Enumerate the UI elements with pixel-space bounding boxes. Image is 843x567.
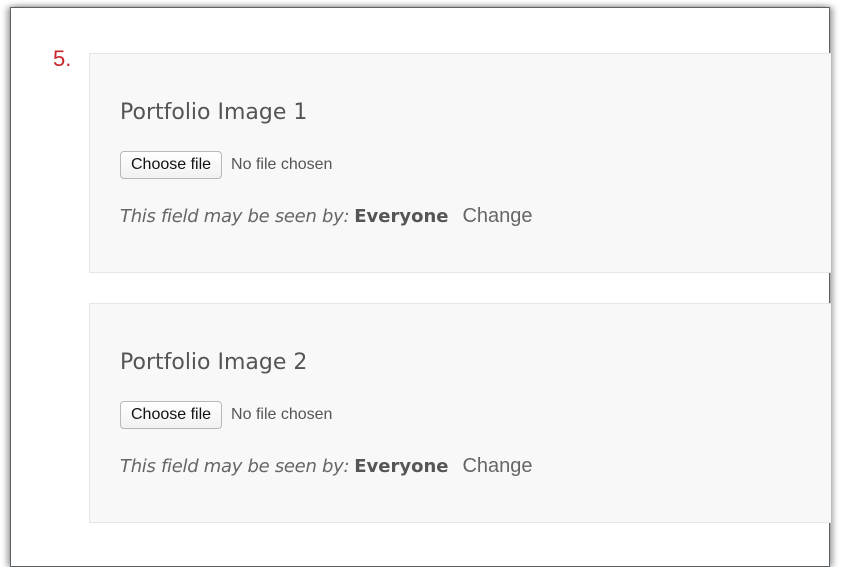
choose-file-button[interactable]: Choose file: [120, 401, 223, 429]
field-title: Portfolio Image 2: [120, 350, 308, 375]
file-input-row: Choose file No file chosen: [120, 401, 332, 429]
visibility-value: Everyone: [354, 206, 449, 227]
file-input-row: Choose file No file chosen: [120, 151, 332, 179]
field-title: Portfolio Image 1: [120, 100, 308, 125]
file-status: No file chosen: [231, 156, 333, 173]
portfolio-image-1-field: Portfolio Image 1 Choose file No file ch…: [89, 53, 831, 273]
change-visibility-link[interactable]: Change: [462, 205, 532, 227]
visibility-label: This field may be seen by:: [120, 456, 350, 477]
visibility-row: This field may be seen by: Everyone Change: [120, 204, 533, 229]
screenshot-frame: 5. Portfolio Image 1 Choose file No file…: [10, 7, 831, 567]
file-status: No file chosen: [231, 406, 333, 423]
change-visibility-link[interactable]: Change: [462, 455, 532, 477]
visibility-row: This field may be seen by: Everyone Change: [120, 454, 533, 479]
visibility-label: This field may be seen by:: [120, 206, 350, 227]
portfolio-image-2-field: Portfolio Image 2 Choose file No file ch…: [89, 303, 831, 523]
step-number: 5.: [53, 46, 72, 71]
visibility-value: Everyone: [354, 456, 449, 477]
choose-file-button[interactable]: Choose file: [120, 151, 223, 179]
